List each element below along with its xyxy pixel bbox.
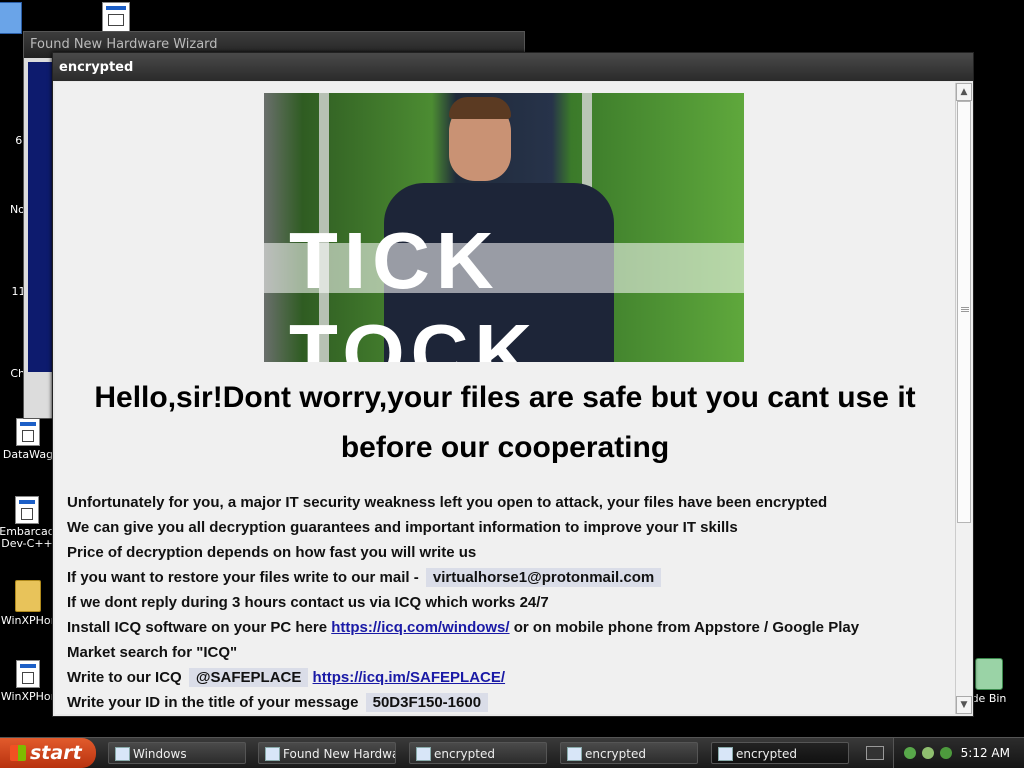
icq-handle: @SAFEPLACE — [188, 668, 309, 687]
window-icon — [115, 747, 130, 761]
application-icon — [16, 660, 40, 688]
instruction-line: Unfortunately for you, a major IT securi… — [67, 494, 828, 511]
instruction-text: Write to our ICQ — [67, 669, 182, 686]
scroll-thumb[interactable] — [957, 101, 971, 523]
tick-tock-image: TICK TOCK — [264, 93, 744, 362]
instruction-text: Install ICQ software on your PC here — [67, 619, 328, 636]
scroll-up-button[interactable]: ▲ — [956, 83, 972, 101]
folder-icon — [15, 580, 41, 612]
windows-flag-icon — [10, 745, 26, 761]
keyboard-icon[interactable] — [866, 746, 884, 760]
vertical-scrollbar[interactable]: ▲ ▼ — [955, 83, 972, 714]
taskbar: start Windows Found New Hardwa... encryp… — [0, 737, 1024, 768]
taskbar-button-encrypted-1[interactable]: encrypted — [409, 742, 547, 764]
desktop-icon-devcpp[interactable]: Embarcad Dev-C++ — [0, 496, 56, 550]
clock[interactable]: 5:12 AM — [961, 738, 1010, 768]
instruction-text: If you want to restore your files write … — [67, 569, 419, 586]
application-icon — [416, 747, 431, 761]
man-hair — [449, 97, 511, 119]
tick-tock-text: TICK TOCK — [289, 216, 539, 362]
taskbar-button-label: encrypted — [736, 747, 797, 761]
application-icon — [16, 418, 40, 446]
window-icon — [265, 747, 280, 761]
desktop-icon-label: DataWag — [2, 448, 54, 461]
wizard-side-banner — [28, 62, 54, 372]
system-tray: 5:12 AM — [893, 738, 1024, 768]
instruction-line: Market search for "ICQ" — [67, 644, 238, 661]
application-icon — [15, 496, 39, 524]
instruction-line: We can give you all decryption guarantee… — [67, 519, 738, 536]
grip-icon — [961, 307, 969, 308]
instruction-text: or on mobile phone from Appstore / Googl… — [513, 619, 860, 636]
network-icon[interactable] — [904, 747, 916, 759]
desktop-icon-label: WinXPHor — [0, 690, 56, 703]
start-button[interactable]: start — [0, 738, 96, 768]
application-icon — [102, 2, 130, 34]
scroll-down-button[interactable]: ▼ — [956, 696, 972, 714]
icq-download-link[interactable]: https://icq.com/windows/ — [331, 619, 509, 636]
instruction-line: Write your ID in the title of your messa… — [67, 690, 859, 714]
ransom-instructions: Unfortunately for you, a major IT securi… — [67, 490, 859, 714]
tray-app-icon[interactable] — [940, 747, 952, 759]
recycle-bin-icon — [975, 658, 1003, 690]
taskbar-button-encrypted-3[interactable]: encrypted — [711, 742, 849, 764]
taskbar-button-label: encrypted — [585, 747, 646, 761]
desktop-icon-label: Embarcad Dev-C++ — [0, 525, 55, 550]
ransom-headline: Hello,sir!Dont worry,your files are safe… — [94, 381, 916, 464]
tray-app-icon[interactable] — [922, 747, 934, 759]
victim-id: 50D3F150-1600 — [365, 693, 489, 712]
taskbar-button-hardware-wizard[interactable]: Found New Hardwa... — [258, 742, 396, 764]
taskbar-button-encrypted-2[interactable]: encrypted — [560, 742, 698, 764]
instruction-line: If we dont reply during 3 hours contact … — [67, 594, 549, 611]
instruction-text: Write your ID in the title of your messa… — [67, 694, 359, 711]
desktop-icon-label: WinXPHor — [0, 614, 56, 627]
taskbar-button-label: encrypted — [434, 747, 495, 761]
desktop-icon-winxp-2[interactable]: WinXPHor — [0, 660, 58, 703]
encrypted-window-title[interactable]: encrypted — [53, 53, 973, 81]
computer-icon — [0, 2, 22, 34]
start-label: start — [30, 742, 82, 764]
application-icon — [567, 747, 582, 761]
instruction-line: If you want to restore your files write … — [67, 565, 859, 590]
contact-email: virtualhorse1@protonmail.com — [425, 568, 662, 587]
instruction-line: Install ICQ software on your PC here htt… — [67, 615, 859, 640]
instruction-line: Price of decryption depends on how fast … — [67, 544, 477, 561]
ransom-note-content: TICK TOCK Hello,sir!Dont worry,your file… — [55, 82, 955, 714]
icq-chat-link[interactable]: https://icq.im/SAFEPLACE/ — [313, 669, 506, 686]
instruction-line: Write to our ICQ @SAFEPLACE https://icq.… — [67, 665, 859, 690]
application-icon — [718, 747, 733, 761]
taskbar-button-windows[interactable]: Windows — [108, 742, 246, 764]
taskbar-button-label: Windows — [133, 747, 187, 761]
taskbar-button-label: Found New Hardwa... — [283, 747, 395, 761]
desktop-icon-winxp-1[interactable]: WinXPHor — [0, 580, 58, 627]
desktop-icon-datawagon[interactable]: DataWag — [0, 418, 58, 461]
encrypted-window[interactable]: encrypted TICK TOCK Hello,sir!Dont worry… — [52, 52, 974, 717]
